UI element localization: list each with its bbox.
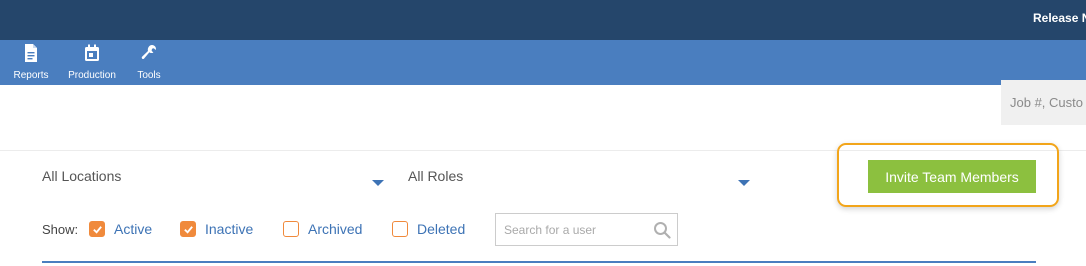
nav-item-tools[interactable]: Tools	[134, 44, 164, 82]
filter-label: Active	[114, 221, 153, 237]
document-icon	[23, 44, 39, 67]
archived-checkbox[interactable]	[283, 221, 299, 237]
nav-label: Tools	[137, 70, 161, 81]
filter-active[interactable]: Active	[89, 219, 152, 239]
nav-label: Production	[68, 70, 116, 81]
show-label: Show:	[42, 222, 79, 237]
check-icon	[92, 225, 102, 234]
nav-item-reports[interactable]: Reports	[13, 44, 49, 82]
search-icon[interactable]	[653, 221, 671, 239]
user-search-box	[495, 213, 678, 246]
table-top-border	[42, 261, 1036, 263]
global-search-input[interactable]	[1001, 80, 1086, 125]
invite-team-members-button[interactable]: Invite Team Members	[868, 160, 1036, 193]
filter-label: Inactive	[205, 221, 254, 237]
filter-label: Deleted	[417, 221, 466, 237]
role-select-value: All Roles	[408, 168, 464, 184]
active-checkbox[interactable]	[89, 221, 105, 237]
chevron-down-icon	[372, 180, 384, 186]
filter-archived[interactable]: Archived	[283, 219, 362, 239]
filter-inactive[interactable]: Inactive	[180, 219, 253, 239]
top-bar: Release N	[0, 0, 1086, 40]
user-search-input[interactable]	[496, 214, 646, 245]
deleted-checkbox[interactable]	[392, 221, 408, 237]
release-notes-link[interactable]: Release N	[1033, 11, 1086, 25]
location-select[interactable]: All Locations	[42, 168, 384, 190]
inactive-checkbox[interactable]	[180, 221, 196, 237]
calendar-icon	[84, 44, 100, 67]
filter-label: Archived	[308, 221, 363, 237]
chevron-down-icon	[738, 180, 750, 186]
wrench-icon	[141, 44, 157, 67]
filter-deleted[interactable]: Deleted	[392, 219, 465, 239]
nav-item-production[interactable]: Production	[66, 44, 118, 82]
main-nav: Reports Production Tools	[0, 40, 1086, 125]
check-icon	[183, 225, 193, 234]
nav-label: Reports	[13, 70, 49, 81]
role-select[interactable]: All Roles	[408, 168, 750, 190]
location-select-value: All Locations	[42, 168, 122, 184]
